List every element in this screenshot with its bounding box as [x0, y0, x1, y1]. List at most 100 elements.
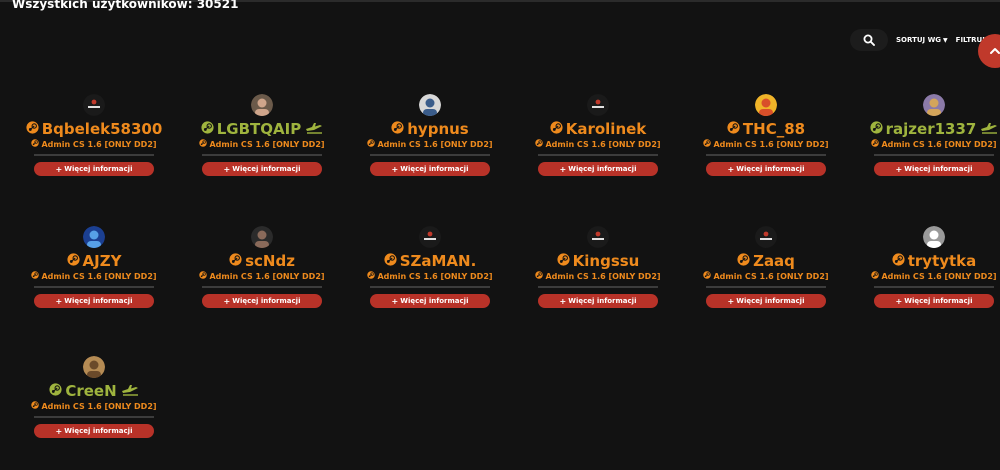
user-card: CreeN Admin CS 1.6 [ONLY DD2] + Więcej i… — [10, 356, 178, 446]
steam-icon — [384, 252, 397, 270]
divider — [34, 286, 154, 288]
more-info-button[interactable]: + Więcej informacji — [34, 162, 154, 176]
role-label: Admin CS 1.6 [ONLY DD2] — [713, 271, 829, 281]
role-label: Admin CS 1.6 [ONLY DD2] — [545, 139, 661, 149]
avatar[interactable] — [83, 226, 105, 248]
more-info-button[interactable]: + Więcej informacji — [706, 162, 826, 176]
divider — [370, 154, 490, 156]
user-card: AJZY Admin CS 1.6 [ONLY DD2] + Więcej in… — [10, 226, 178, 316]
divider — [34, 154, 154, 156]
more-info-button[interactable]: + Więcej informacji — [538, 162, 658, 176]
username: CreeN — [65, 382, 117, 400]
divider — [202, 286, 322, 288]
more-info-label: Więcej informacji — [232, 297, 301, 305]
divider — [706, 286, 826, 288]
user-card: SZaMAN. Admin CS 1.6 [ONLY DD2] + Więcej… — [346, 226, 514, 316]
avatar[interactable] — [251, 226, 273, 248]
avatar[interactable] — [419, 226, 441, 248]
plus-icon: + — [391, 296, 399, 306]
role-label: Admin CS 1.6 [ONLY DD2] — [545, 271, 661, 281]
username-row[interactable]: scNdz — [229, 252, 295, 270]
user-card: rajzer1337 Admin CS 1.6 [ONLY DD2] + Wię… — [850, 94, 1000, 184]
username: trytytka — [907, 252, 977, 270]
more-info-label: Więcej informacji — [64, 165, 133, 173]
plus-icon: + — [55, 164, 63, 174]
more-info-button[interactable]: + Więcej informacji — [202, 294, 322, 308]
steam-icon — [550, 120, 563, 138]
steam-icon — [66, 252, 80, 270]
role-label: Admin CS 1.6 [ONLY DD2] — [41, 139, 157, 149]
divider — [874, 286, 994, 288]
steam-icon — [703, 271, 712, 282]
role-label: Admin CS 1.6 [ONLY DD2] — [209, 139, 325, 149]
avatar[interactable] — [83, 356, 105, 378]
steam-icon — [871, 139, 880, 150]
steam-icon — [892, 252, 905, 270]
username-row[interactable]: LGBTQAIP — [201, 120, 323, 138]
more-info-button[interactable]: + Więcej informacji — [34, 294, 154, 308]
more-info-button[interactable]: + Więcej informacji — [370, 294, 490, 308]
username-row[interactable]: trytytka — [892, 252, 977, 270]
username-row[interactable]: Karolinek — [550, 120, 647, 138]
plus-icon: + — [223, 296, 231, 306]
avatar[interactable] — [755, 94, 777, 116]
plus-icon: + — [559, 296, 567, 306]
plus-icon: + — [391, 164, 399, 174]
username-row[interactable]: AJZY — [66, 252, 122, 270]
more-info-label: Więcej informacji — [736, 165, 805, 173]
divider — [34, 416, 154, 418]
airplane-icon — [980, 120, 998, 138]
more-info-label: Więcej informacji — [568, 297, 637, 305]
more-info-button[interactable]: + Więcej informacji — [34, 424, 154, 438]
user-card: scNdz Admin CS 1.6 [ONLY DD2] + Więcej i… — [178, 226, 346, 316]
more-info-label: Więcej informacji — [904, 165, 973, 173]
username: scNdz — [245, 252, 295, 270]
user-role: Admin CS 1.6 [ONLY DD2] — [199, 139, 325, 150]
avatar[interactable] — [587, 94, 609, 116]
username: Karolinek — [565, 120, 647, 138]
more-info-button[interactable]: + Więcej informacji — [706, 294, 826, 308]
avatar[interactable] — [587, 226, 609, 248]
steam-icon — [535, 139, 544, 150]
steam-icon — [31, 401, 40, 412]
steam-icon — [535, 271, 544, 282]
username-row[interactable]: THC_88 — [727, 120, 805, 138]
steam-icon — [367, 271, 376, 282]
username: Bqbelek58300 — [41, 120, 163, 138]
more-info-label: Więcej informacji — [64, 427, 133, 435]
more-info-button[interactable]: + Więcej informacji — [874, 294, 994, 308]
avatar[interactable] — [251, 94, 273, 116]
user-card: trytytka Admin CS 1.6 [ONLY DD2] + Więce… — [850, 226, 1000, 316]
steam-icon — [871, 271, 880, 282]
username-row[interactable]: Bqbelek58300 — [26, 120, 163, 138]
more-info-button[interactable]: + Więcej informacji — [370, 162, 490, 176]
username: AJZY — [82, 252, 122, 270]
username-row[interactable]: hypnus — [391, 120, 469, 138]
avatar[interactable] — [923, 226, 945, 248]
user-role: Admin CS 1.6 [ONLY DD2] — [31, 401, 157, 412]
more-info-button[interactable]: + Więcej informacji — [202, 162, 322, 176]
more-info-button[interactable]: + Więcej informacji — [874, 162, 994, 176]
steam-icon — [31, 139, 40, 150]
role-label: Admin CS 1.6 [ONLY DD2] — [377, 139, 493, 149]
role-label: Admin CS 1.6 [ONLY DD2] — [713, 139, 829, 149]
steam-icon — [737, 252, 750, 270]
username-row[interactable]: SZaMAN. — [384, 252, 476, 270]
username: Zaaq — [753, 252, 795, 270]
username-row[interactable]: rajzer1337 — [870, 120, 999, 138]
avatar[interactable] — [83, 94, 105, 116]
more-info-button[interactable]: + Więcej informacji — [538, 294, 658, 308]
role-label: Admin CS 1.6 [ONLY DD2] — [209, 271, 325, 281]
divider — [538, 286, 658, 288]
user-card: Bqbelek58300 Admin CS 1.6 [ONLY DD2] + W… — [10, 94, 178, 184]
role-label: Admin CS 1.6 [ONLY DD2] — [41, 271, 157, 281]
username-row[interactable]: Zaaq — [737, 252, 795, 270]
username-row[interactable]: Kingssu — [557, 252, 639, 270]
divider — [874, 154, 994, 156]
avatar[interactable] — [923, 94, 945, 116]
steam-icon — [703, 139, 712, 150]
username-row[interactable]: CreeN — [49, 382, 138, 400]
avatar[interactable] — [755, 226, 777, 248]
avatar[interactable] — [419, 94, 441, 116]
divider — [202, 154, 322, 156]
